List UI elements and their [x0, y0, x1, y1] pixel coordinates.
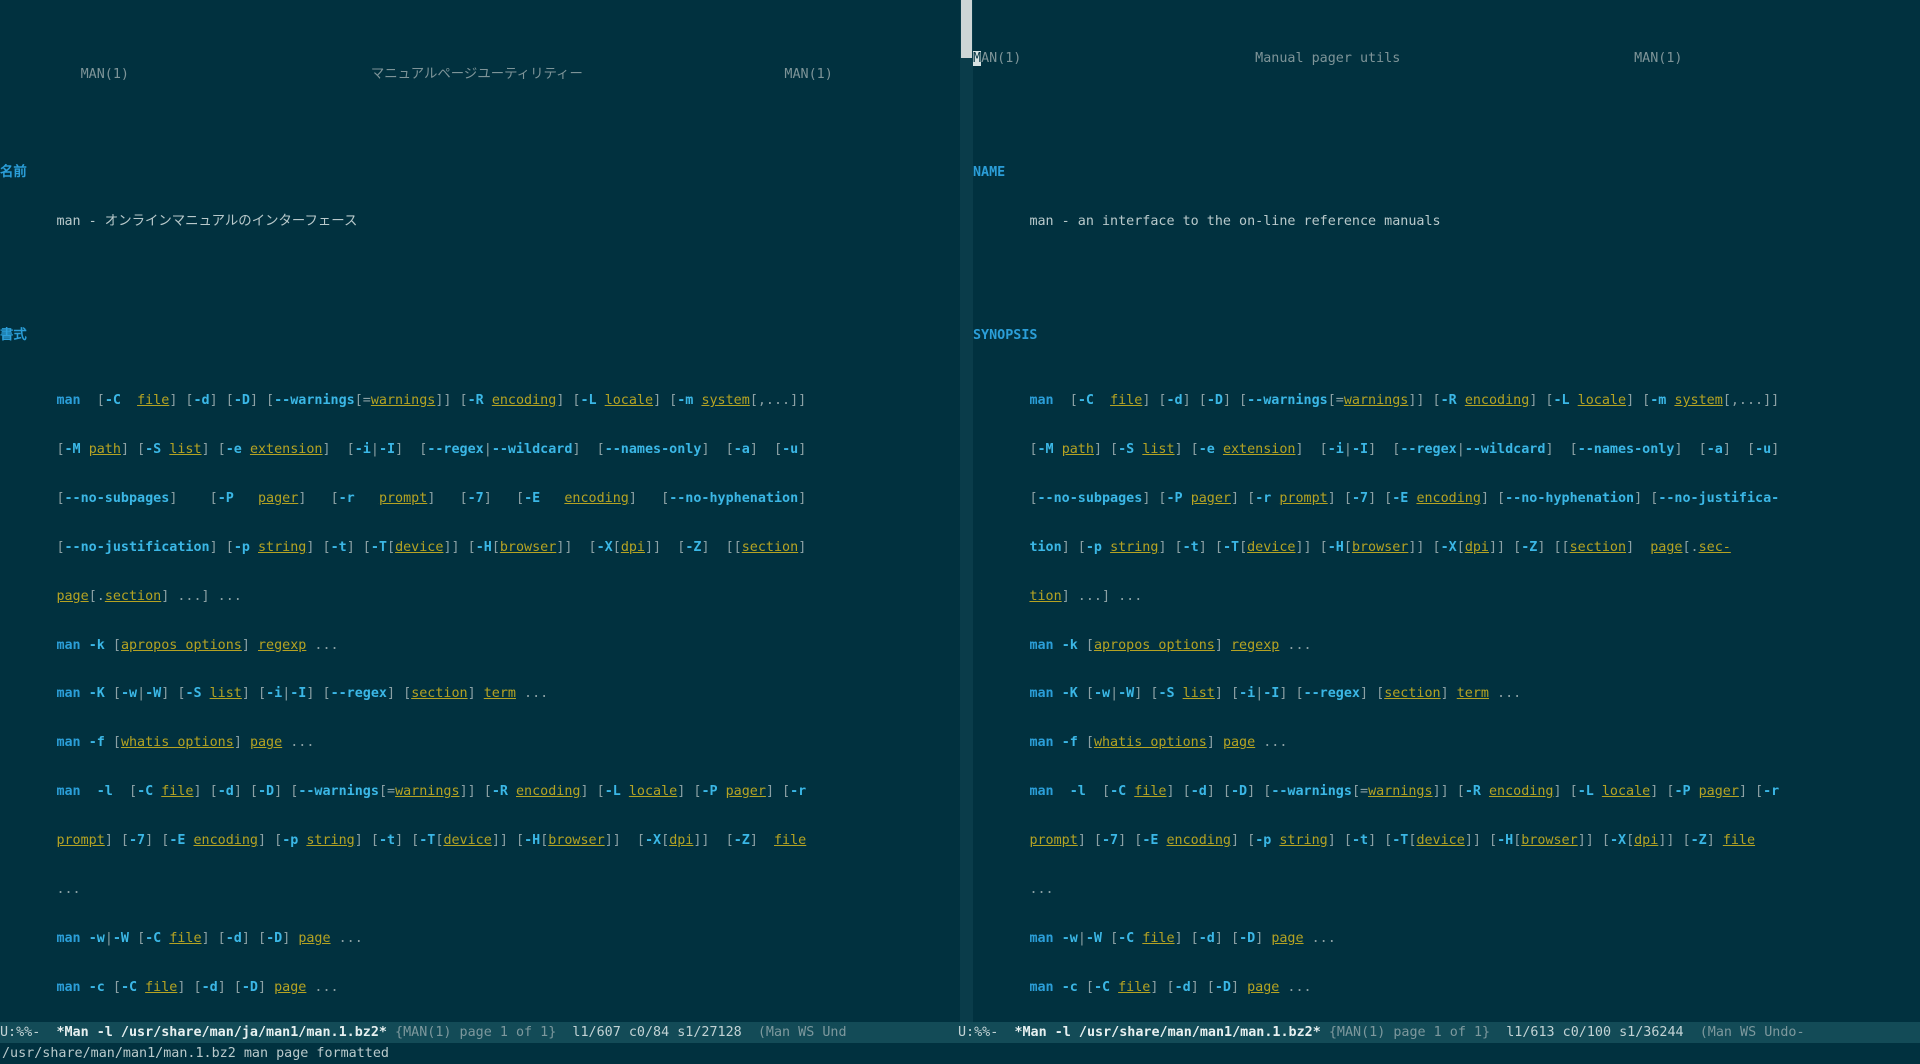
- synopsis-line: man [-C file] [-d] [-D] [--warnings[=war…: [1029, 393, 1780, 409]
- modeline-page: {MAN(1) page 1 of 1}: [1328, 1025, 1491, 1040]
- modeline-position: l1/613 c0/100 s1/36244: [1506, 1025, 1684, 1040]
- header-left: MAN(1): [80, 67, 129, 83]
- left-name-body: man - オンラインマニュアルのインターフェース: [56, 213, 358, 229]
- synopsis-line: man -c [-C file] [-d] [-D] page ...: [1029, 979, 1312, 995]
- modeline-position: l1/607 c0/84 s1/27128: [572, 1025, 742, 1040]
- echo-area: /usr/share/man/man1/man.1.bz2 man page f…: [0, 1043, 1920, 1064]
- synopsis-line: [--no-subpages] [-P pager] [-r prompt] […: [1029, 490, 1780, 506]
- synopsis-line: man -w|-W [-C file] [-d] [-D] page ...: [1029, 930, 1336, 946]
- mode-line-right[interactable]: U:%%- *Man -l /usr/share/man/man1/man.1.…: [958, 1022, 1920, 1043]
- synopsis-line: page[.section] ...] ...: [56, 588, 242, 604]
- synopsis-line: man -l [-C file] [-d] [-D] [--warnings[=…: [56, 784, 807, 800]
- synopsis-line: man -l [-C file] [-d] [-D] [--warnings[=…: [1029, 784, 1780, 800]
- left-header-line: MAN(1) マニュアルページユーティリティー MAN(1): [0, 51, 956, 82]
- synopsis-line: tion] [-p string] [-t] [-T[device]] [-H[…: [1029, 539, 1731, 555]
- synopsis-line: man -f [whatis options] page ...: [1029, 735, 1288, 751]
- mode-line-row: U:%%- *Man -l /usr/share/man/ja/man1/man…: [0, 1022, 1920, 1043]
- left-section-synopsis-heading: 書式: [0, 327, 27, 343]
- synopsis-line: man -K [-w|-W] [-S list] [-i|-I] [--rege…: [1029, 686, 1522, 702]
- left-buffer-content[interactable]: MAN(1) マニュアルページユーティリティー MAN(1) 名前 man - …: [0, 0, 956, 1022]
- synopsis-line: [--no-justification] [-p string] [-t] [-…: [56, 539, 807, 555]
- right-section-name-heading: NAME: [973, 164, 1006, 180]
- synopsis-line: ...: [1029, 882, 1054, 898]
- vertical-scrollbar[interactable]: [960, 0, 973, 1022]
- emacs-frame: MAN(1) マニュアルページユーティリティー MAN(1) 名前 man - …: [0, 0, 1920, 1064]
- modeline-flags: U:%%-: [958, 1025, 999, 1040]
- right-header-line: MAN(1) Manual pager utils MAN(1): [973, 50, 1683, 66]
- synopsis-line: prompt] [-7] [-E encoding] [-p string] […: [56, 833, 807, 849]
- synopsis-line: man -c [-C file] [-d] [-D] page ...: [56, 979, 339, 995]
- right-name-body: man - an interface to the on-line refere…: [1029, 213, 1441, 229]
- text-cursor: M: [973, 50, 982, 66]
- header-right: MAN(1): [784, 67, 833, 83]
- modeline-page: {MAN(1) page 1 of 1}: [395, 1025, 557, 1040]
- synopsis-line: ...: [56, 882, 81, 898]
- mode-line-left[interactable]: U:%%- *Man -l /usr/share/man/ja/man1/man…: [0, 1022, 958, 1043]
- synopsis-line: prompt] [-7] [-E encoding] [-p string] […: [1029, 833, 1756, 849]
- synopsis-line: [--no-subpages] [-P pager] [-r prompt] […: [56, 490, 807, 506]
- modeline-modes: (Man WS Undo-: [1699, 1025, 1805, 1040]
- synopsis-line: man -w|-W [-C file] [-d] [-D] page ...: [56, 930, 363, 946]
- synopsis-line: man -f [whatis options] page ...: [56, 735, 315, 751]
- modeline-buffer-name[interactable]: *Man -l /usr/share/man/ja/man1/man.1.bz2…: [56, 1022, 387, 1043]
- right-buffer-content[interactable]: MAN(1) Manual pager utils MAN(1) NAME ma…: [960, 0, 1920, 1022]
- synopsis-line: man -k [apropos options] regexp ...: [56, 637, 339, 653]
- left-section-name-heading: 名前: [0, 164, 27, 180]
- synopsis-line: man [-C file] [-d] [-D] [--warnings[=war…: [56, 393, 807, 409]
- modeline-buffer-name[interactable]: *Man -l /usr/share/man/man1/man.1.bz2*: [1014, 1022, 1320, 1043]
- synopsis-line: [-M path] [-S list] [-e extension] [-i|-…: [1029, 442, 1780, 458]
- right-section-synopsis-heading: SYNOPSIS: [973, 327, 1038, 343]
- synopsis-line: [-M path] [-S list] [-e extension] [-i|-…: [56, 442, 807, 458]
- header-center: Manual pager utils: [1255, 50, 1401, 66]
- modeline-flags: U:%%-: [0, 1025, 41, 1040]
- header-center: マニュアルページユーティリティー: [370, 67, 583, 83]
- synopsis-line: man -k [apropos options] regexp ...: [1029, 637, 1312, 653]
- pane-english-manpage[interactable]: MAN(1) Manual pager utils MAN(1) NAME ma…: [960, 0, 1920, 1022]
- header-right: MAN(1): [1634, 50, 1683, 66]
- window-panes: MAN(1) マニュアルページユーティリティー MAN(1) 名前 man - …: [0, 0, 1920, 1022]
- synopsis-line: tion] ...] ...: [1029, 588, 1143, 604]
- modeline-modes: (Man WS Und: [757, 1025, 847, 1040]
- scrollbar-thumb[interactable]: [961, 0, 972, 58]
- pane-japanese-manpage[interactable]: MAN(1) マニュアルページユーティリティー MAN(1) 名前 man - …: [0, 0, 956, 1022]
- synopsis-line: man -K [-w|-W] [-S list] [-i|-I] [--rege…: [56, 686, 549, 702]
